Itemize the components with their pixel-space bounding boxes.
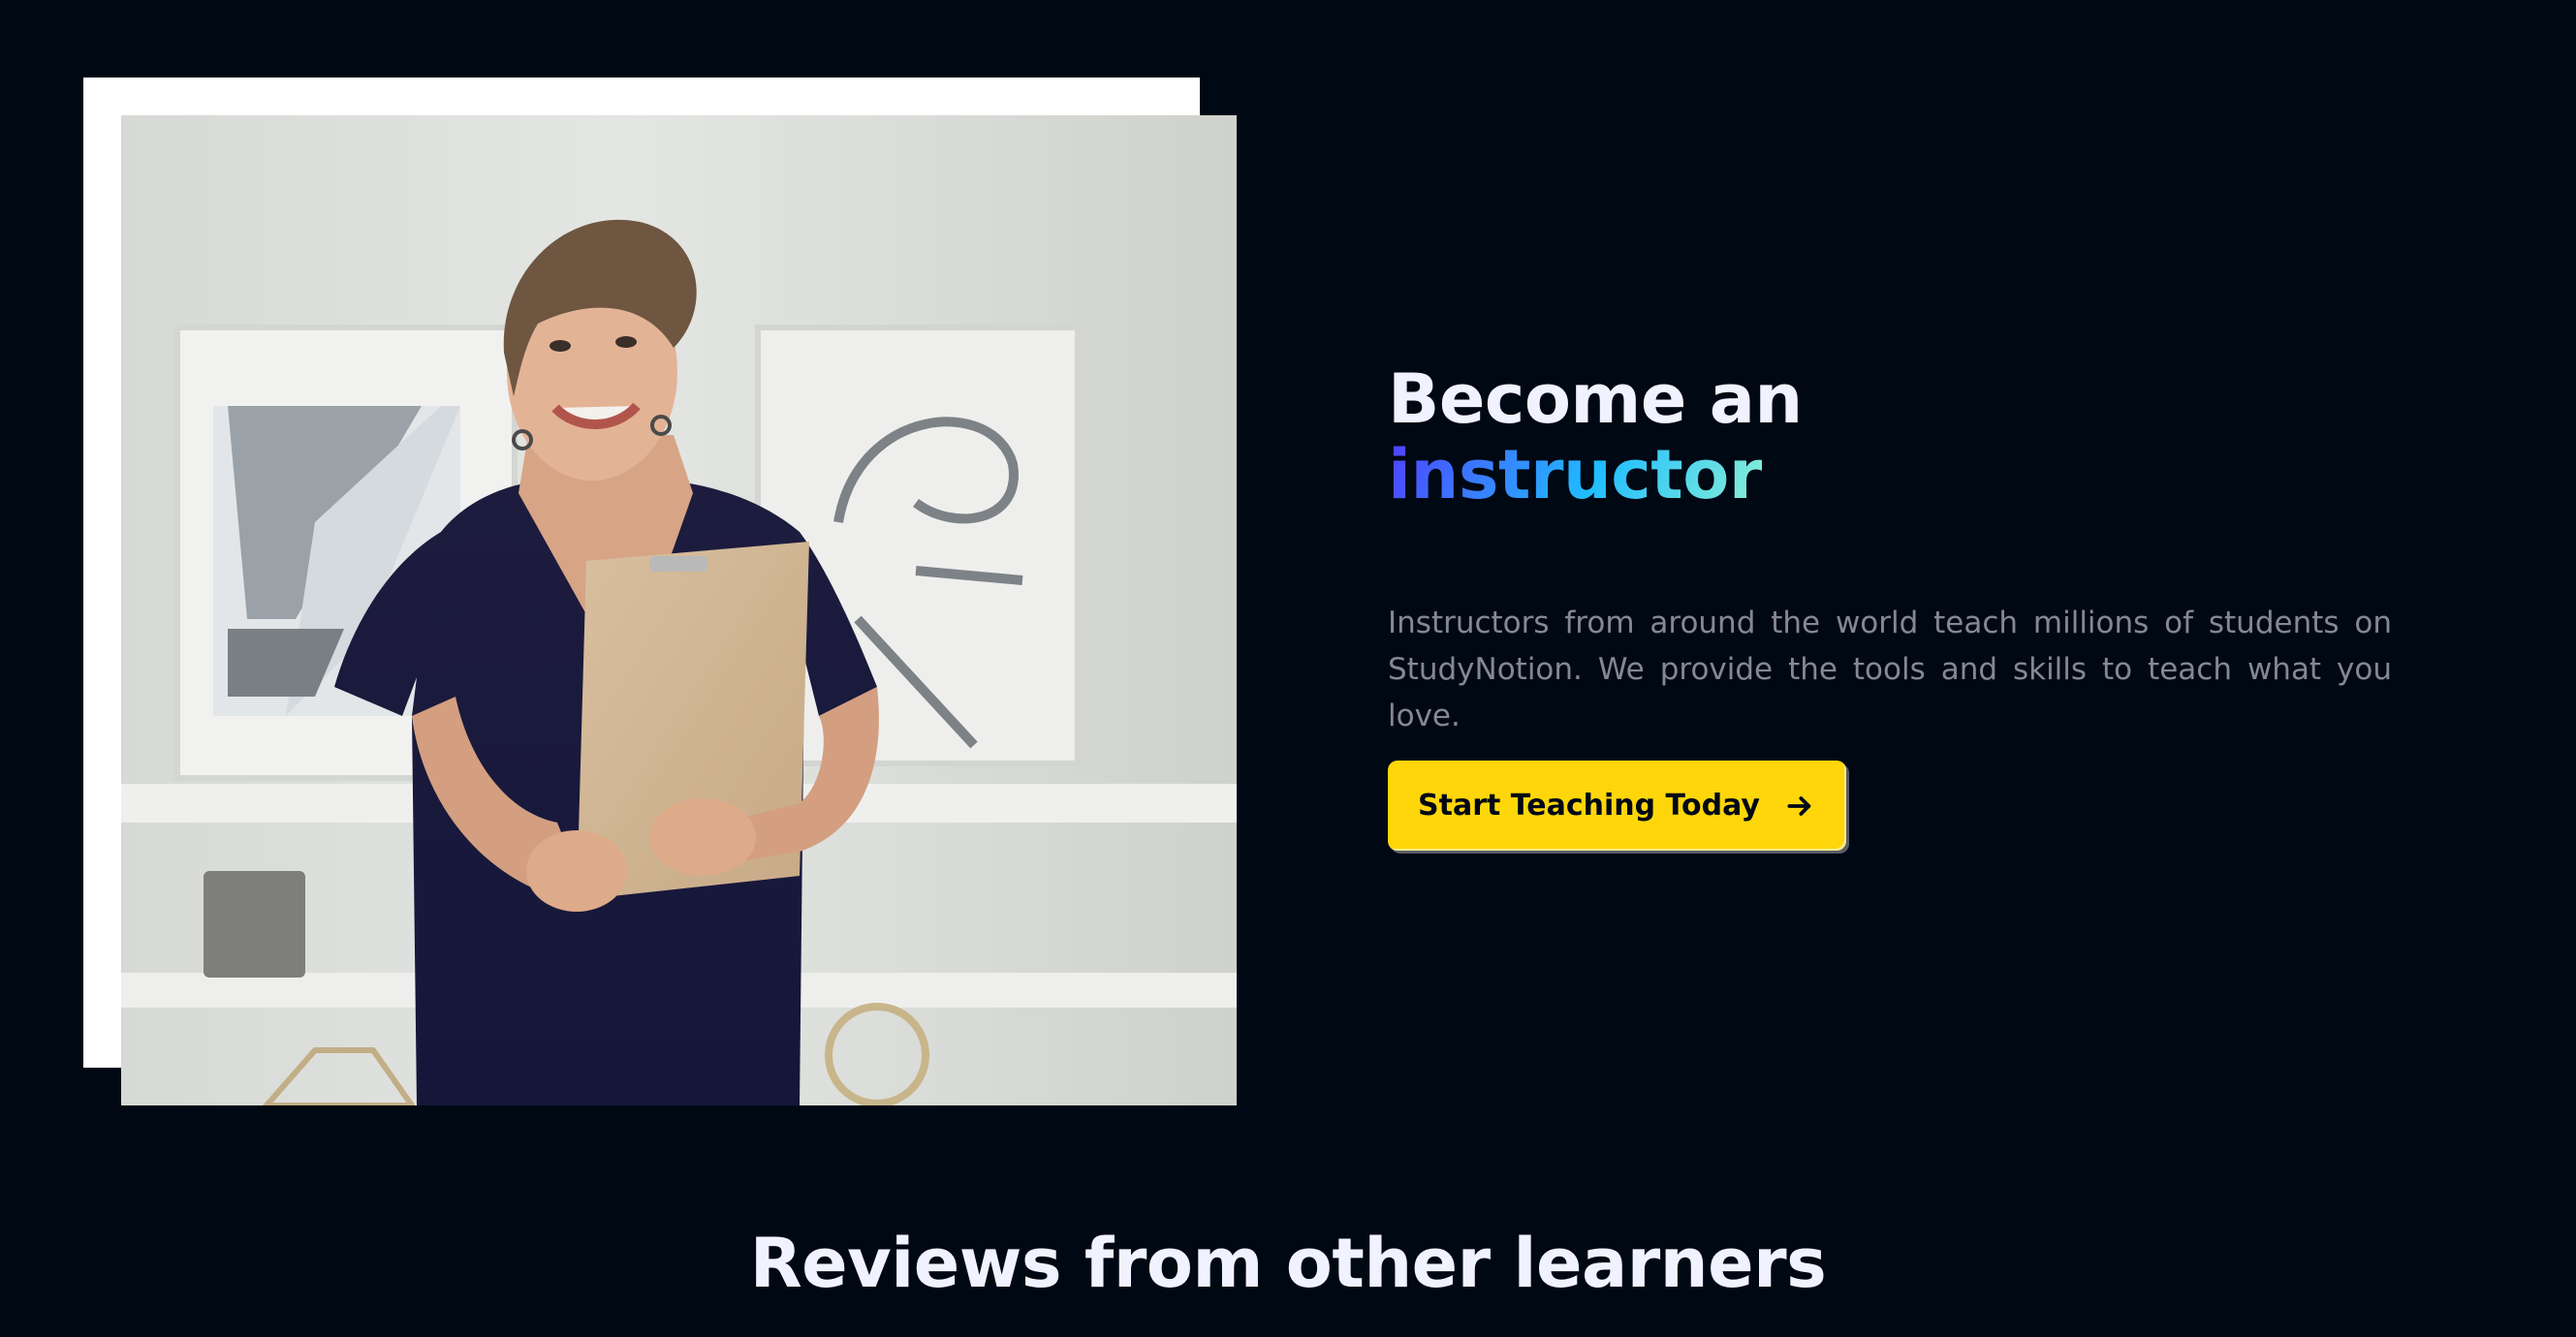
arrow-right-icon <box>1783 790 1816 823</box>
instructor-description: Instructors from around the world teach … <box>1388 606 2392 733</box>
reviews-title: Reviews from other learners <box>749 1224 1827 1303</box>
start-teaching-button[interactable]: Start Teaching Today <box>1388 761 1846 851</box>
instructor-photo <box>121 115 1237 1105</box>
instructor-heading: Become an instructor <box>1388 361 2392 513</box>
heading-highlight: instructor <box>1388 435 1762 514</box>
instructor-photo-illustration <box>121 115 1237 1105</box>
instructor-content: Become an instructor Instructors from ar… <box>1388 361 2392 851</box>
start-teaching-button-label: Start Teaching Today <box>1418 789 1760 823</box>
heading-line1: Become an <box>1388 359 1803 439</box>
